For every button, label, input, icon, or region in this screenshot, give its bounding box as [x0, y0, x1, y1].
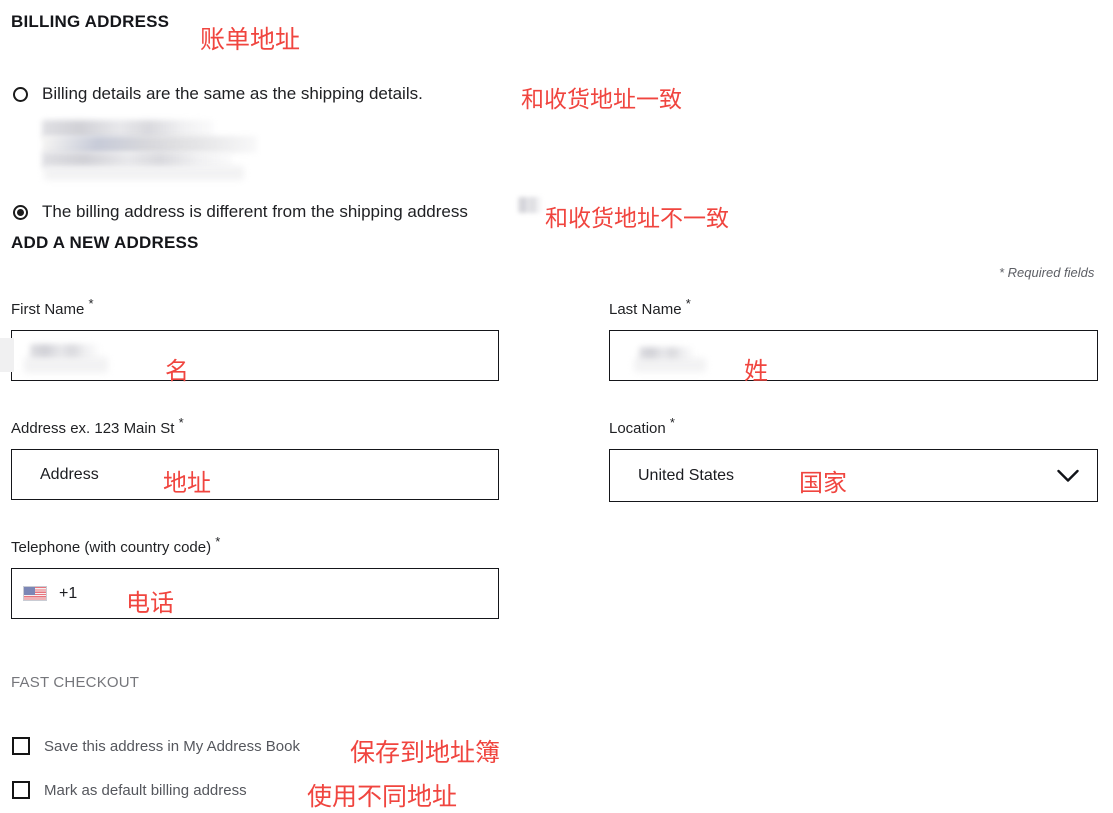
- redacted-first-name-shadow: [24, 357, 108, 373]
- required-fields-note: * Required fields: [999, 265, 1095, 280]
- radio-different-from-shipping-label: The billing address is different from th…: [42, 202, 468, 221]
- annotation-last-name: 姓: [744, 357, 768, 385]
- telephone-input[interactable]: +1: [11, 568, 499, 619]
- first-name-required-mark: *: [88, 296, 94, 311]
- redacted-line-2: [42, 136, 257, 153]
- telephone-required-mark: *: [215, 534, 221, 549]
- telephone-label-text: Telephone (with country code): [11, 539, 212, 556]
- radio-option-same-as-shipping[interactable]: Billing details are the same as the ship…: [13, 84, 423, 104]
- address-label-text: Address ex. 123 Main St: [11, 420, 175, 437]
- location-select[interactable]: United States: [609, 449, 1098, 502]
- page-title: BILLING ADDRESS: [11, 12, 170, 31]
- chevron-down-icon[interactable]: [1057, 469, 1079, 482]
- radio-option-different-from-shipping[interactable]: The billing address is different from th…: [13, 202, 468, 222]
- us-flag-icon: [23, 586, 47, 601]
- save-address-label: Save this address in My Address Book: [44, 737, 300, 755]
- telephone-country-code: +1: [59, 584, 78, 602]
- left-edge-artifact: [0, 338, 14, 372]
- address-value: Address: [40, 465, 99, 483]
- radio-same-as-shipping-label: Billing details are the same as the ship…: [42, 84, 423, 103]
- annotation-default-billing: 使用不同地址: [307, 782, 458, 811]
- first-name-label-text: First Name: [11, 301, 85, 318]
- last-name-required-mark: *: [685, 296, 691, 311]
- address-input[interactable]: Address: [11, 449, 499, 500]
- annotation-location: 国家: [799, 469, 847, 497]
- last-name-label-text: Last Name: [609, 301, 682, 318]
- location-value: United States: [638, 466, 735, 484]
- fast-checkout-heading: FAST CHECKOUT: [11, 674, 140, 691]
- first-name-label: First Name *: [11, 297, 94, 318]
- location-label: Location *: [609, 416, 675, 437]
- radio-same-as-shipping-icon[interactable]: [13, 86, 28, 102]
- redacted-line-4: [44, 166, 244, 180]
- checkbox-row-save-address[interactable]: Save this address in My Address Book: [12, 737, 300, 755]
- telephone-label: Telephone (with country code) *: [11, 535, 220, 556]
- default-billing-label: Mark as default billing address: [44, 781, 247, 799]
- address-label: Address ex. 123 Main St *: [11, 416, 184, 437]
- annotation-save-address: 保存到地址簿: [350, 738, 501, 767]
- default-billing-checkbox-icon[interactable]: [12, 781, 30, 799]
- annotation-same-as-shipping: 和收货地址一致: [521, 87, 682, 113]
- save-address-checkbox-icon[interactable]: [12, 737, 30, 755]
- radio-different-from-shipping-icon[interactable]: [13, 204, 28, 220]
- annotation-telephone: 电话: [126, 589, 174, 617]
- location-required-mark: *: [669, 415, 675, 430]
- add-new-address-heading: ADD A NEW ADDRESS: [11, 233, 199, 252]
- location-label-text: Location: [609, 420, 666, 437]
- billing-address-page: BILLING ADDRESS 账单地址 Billing details are…: [0, 0, 1113, 811]
- last-name-label: Last Name *: [609, 297, 691, 318]
- annotation-address: 地址: [163, 469, 211, 497]
- annotation-first-name: 名: [165, 357, 189, 385]
- redacted-last-name-shadow: [634, 358, 706, 372]
- checkbox-row-default-billing[interactable]: Mark as default billing address: [12, 781, 247, 799]
- annotation-billing-address: 账单地址: [200, 25, 301, 54]
- annotation-different-from-shipping: 和收货地址不一致: [545, 206, 729, 232]
- redacted-saved-address: [42, 120, 277, 182]
- address-required-mark: *: [178, 415, 184, 430]
- redacted-smudge: [518, 197, 542, 213]
